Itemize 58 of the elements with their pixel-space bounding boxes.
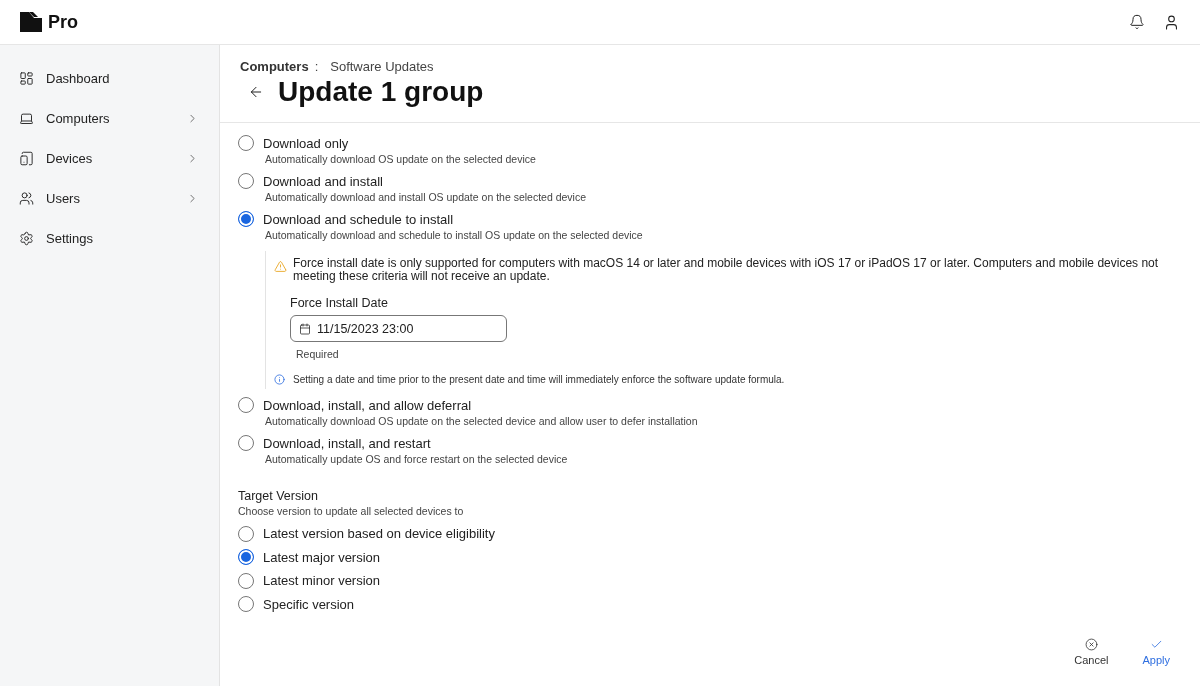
back-button[interactable]: [248, 84, 264, 100]
logo-icon: [20, 12, 42, 32]
option-label: Download and install: [263, 173, 383, 189]
option-label: Latest major version: [263, 549, 381, 565]
check-icon: [1149, 638, 1163, 651]
option-description: Automatically download and install OS update on the selected device: [265, 191, 588, 203]
breadcrumb-link[interactable]: Computers: [240, 59, 309, 74]
radio-button[interactable]: [238, 435, 254, 452]
option-label: Latest version based on device eligibility: [263, 526, 495, 542]
settings-icon: [19, 230, 34, 246]
dashboard-icon: [19, 70, 34, 86]
notifications-button[interactable]: [1129, 14, 1145, 30]
field-label: Force Install Date: [290, 296, 389, 311]
option-description: Automatically update OS and force restart on the selected device: [265, 453, 569, 466]
page-title: Update 1 group: [278, 76, 484, 108]
option-label: Download, install, and restart: [263, 435, 431, 451]
brand-name: Pro: [48, 11, 78, 33]
radio-button[interactable]: [238, 211, 254, 227]
option-description: Automatically download OS update on the selected device and allow user to defer installation: [265, 415, 699, 428]
cancel-button[interactable]: Cancel: [1066, 638, 1117, 666]
radio-button[interactable]: [238, 525, 254, 542]
radio-button[interactable]: [238, 549, 254, 566]
bell-icon: [1129, 14, 1145, 30]
sidebar-item[interactable]: Devices: [0, 138, 219, 178]
radio-button[interactable]: [238, 397, 254, 414]
radio-button[interactable]: [238, 572, 254, 589]
option-label: Specific version: [263, 596, 355, 612]
account-button[interactable]: [1163, 13, 1180, 31]
section-description: Choose version to update all selected devices to: [238, 505, 465, 518]
option-label: Download only: [263, 135, 349, 151]
option-label: Download, install, and allow deferral: [263, 397, 472, 413]
option-description: Automatically download and schedule to install OS update on the selected device: [265, 229, 644, 241]
option-label: Latest minor version: [263, 573, 381, 589]
user-icon: [1163, 13, 1180, 31]
warning-icon: [274, 260, 287, 273]
helper-text: Required: [296, 348, 340, 361]
radio-button[interactable]: [238, 173, 254, 189]
devices-icon: [19, 150, 34, 166]
breadcrumb-current: Software Updates: [330, 59, 434, 74]
breadcrumb-separator: :: [314, 59, 319, 74]
sidebar-item[interactable]: Dashboard: [0, 58, 219, 98]
radio-button[interactable]: [238, 135, 254, 151]
sidebar-item[interactable]: Computers: [0, 98, 219, 138]
laptop-icon: [19, 110, 34, 126]
calendar-icon: [299, 322, 311, 335]
sidebar-item[interactable]: Users: [0, 178, 219, 218]
info-text: Setting a date and time prior to the present date and time will immediately enforce the software update formula.: [293, 374, 785, 386]
option-label: Download and schedule to install: [263, 211, 454, 227]
section-title: Target Version: [238, 489, 319, 504]
warning-text: Force install date is only supported for computers with macOS 14 or later and mobile devices with iOS 17 or iPadOS 17 or later. Computers and mobile devices not meeting these criteria will not receive an update.: [293, 257, 1160, 283]
date-input-field[interactable]: 11/15/2023 23:00: [290, 315, 507, 343]
users-icon: [19, 190, 34, 206]
sidebar-item[interactable]: Settings: [0, 218, 219, 258]
close-circle-icon: [1084, 638, 1098, 651]
option-description: Automatically download OS update on the selected device: [265, 153, 537, 165]
apply-button[interactable]: Apply: [1134, 638, 1178, 666]
radio-button[interactable]: [238, 596, 254, 613]
info-icon: [274, 374, 285, 386]
